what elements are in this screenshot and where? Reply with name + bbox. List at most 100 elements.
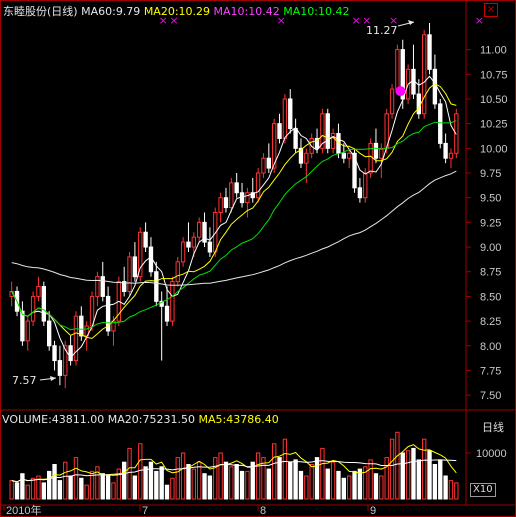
volume-bar xyxy=(347,475,352,500)
candle-body xyxy=(432,68,438,105)
month-label: 9 xyxy=(370,505,376,517)
price-tick-label: 9.25 xyxy=(480,217,501,229)
candle-body xyxy=(416,93,421,115)
candle-body xyxy=(154,271,159,302)
candle-body xyxy=(245,192,250,204)
volume-ma5-line xyxy=(11,444,457,483)
volume-bar xyxy=(180,452,186,500)
price-tick-label: 10.75 xyxy=(480,69,508,81)
candle-body xyxy=(293,128,298,149)
candle-body xyxy=(164,305,170,322)
kline-chart[interactable]: 11.00 10.75 10.50 10.25 10.00 9.75 9.50 9.25 9.0… xyxy=(0,0,516,517)
close-icon[interactable]: × xyxy=(484,3,498,17)
volume-bar xyxy=(159,466,164,500)
candle-body xyxy=(191,236,196,248)
volume-bar xyxy=(57,480,63,500)
kline-chart-window[interactable]: 11.00 10.75 10.50 10.25 10.00 9.75 9.50 9.25 9.0… xyxy=(0,0,516,517)
price-tick-label: 8.25 xyxy=(480,316,501,328)
candle-body xyxy=(304,152,309,164)
volume-bar xyxy=(105,475,111,500)
candle-body xyxy=(95,276,100,297)
price-tick-label: 7.50 xyxy=(480,390,501,402)
volume-bar xyxy=(111,482,116,500)
stock-name: 东睦股份(日线) xyxy=(3,5,78,18)
price-tick-label: 8.75 xyxy=(480,267,501,279)
volume-bar xyxy=(255,452,261,500)
volume-bar xyxy=(213,457,218,500)
volume-bar xyxy=(25,484,30,500)
volume-bar xyxy=(132,475,138,500)
volume-bar xyxy=(148,461,154,500)
candle-body xyxy=(261,157,266,174)
volume-bar xyxy=(164,484,170,500)
high-arrow-head xyxy=(408,20,414,25)
volume-bar xyxy=(438,459,443,500)
volume-bar xyxy=(229,466,234,500)
volume-bar xyxy=(154,470,159,500)
candle-body xyxy=(186,241,191,248)
volume-bar xyxy=(122,461,127,500)
price-tick-label: 8.50 xyxy=(480,291,501,303)
candle-body xyxy=(239,192,245,204)
candle-body xyxy=(25,320,30,342)
volume-bar xyxy=(379,475,384,500)
volume-bar xyxy=(186,464,191,500)
candle-body xyxy=(282,98,288,139)
candle-body xyxy=(266,157,271,169)
candle-body xyxy=(234,182,239,194)
volume-bar xyxy=(427,450,432,500)
volume-bar xyxy=(448,480,454,500)
candle-body xyxy=(143,231,148,248)
candle-body xyxy=(57,360,63,376)
price-tick-label: 10.25 xyxy=(480,119,508,131)
volume-bar xyxy=(68,475,73,500)
candle-body xyxy=(79,315,84,337)
month-label: 8 xyxy=(260,505,266,517)
volume-bar xyxy=(400,452,405,500)
volume-bar xyxy=(47,470,52,500)
volume-bar xyxy=(454,482,459,500)
volume-bar xyxy=(73,457,79,500)
candle-body xyxy=(389,88,395,115)
volume-value: VOLUME:43811.00 xyxy=(2,413,105,426)
signal-dot xyxy=(395,86,406,97)
volume-bar xyxy=(207,475,213,500)
candle-body xyxy=(341,152,346,159)
tab-daily[interactable]: 日线 xyxy=(474,419,512,434)
candle-body xyxy=(100,276,105,297)
volume-bar xyxy=(127,447,132,500)
candle-body xyxy=(438,103,443,144)
volume-bar xyxy=(245,470,250,500)
candle-body xyxy=(229,182,234,209)
volume-bar xyxy=(234,464,239,500)
volume-bar xyxy=(384,457,389,500)
candle-body xyxy=(36,286,41,297)
candle-body xyxy=(41,286,46,322)
candle-body xyxy=(223,197,229,209)
candle-body xyxy=(443,142,448,159)
volume-tick-label: 10000 xyxy=(476,448,507,460)
candle-body xyxy=(127,256,132,292)
candle-body xyxy=(379,147,384,159)
candle-body xyxy=(30,295,36,322)
volume-bar xyxy=(432,464,438,500)
month-label: 2010年 xyxy=(6,503,41,517)
candle-body xyxy=(448,152,454,159)
price-tick-label: 8.00 xyxy=(480,341,501,353)
ma5-line xyxy=(11,75,457,359)
ma10-secondary-value: MA10:10.42 xyxy=(283,5,350,18)
month-label: 7 xyxy=(142,505,148,517)
volume-bar xyxy=(330,461,336,500)
low-price-label: 7.57 xyxy=(12,374,37,387)
volume-bar xyxy=(314,457,320,500)
volume-bar xyxy=(341,477,346,500)
price-header: 东睦股份(日线) MA60:9.79 MA20:10.29 MA10:10.42… xyxy=(3,3,349,19)
ma10-value: MA10:10.42 xyxy=(213,5,280,18)
volume-bar xyxy=(416,459,421,500)
volume-bar xyxy=(239,470,245,500)
volume-bar xyxy=(100,473,105,500)
price-tick-label: 9.50 xyxy=(480,193,501,205)
candle-body xyxy=(207,241,213,253)
candle-body xyxy=(197,221,202,238)
ma60-value: MA60:9.79 xyxy=(81,5,141,18)
